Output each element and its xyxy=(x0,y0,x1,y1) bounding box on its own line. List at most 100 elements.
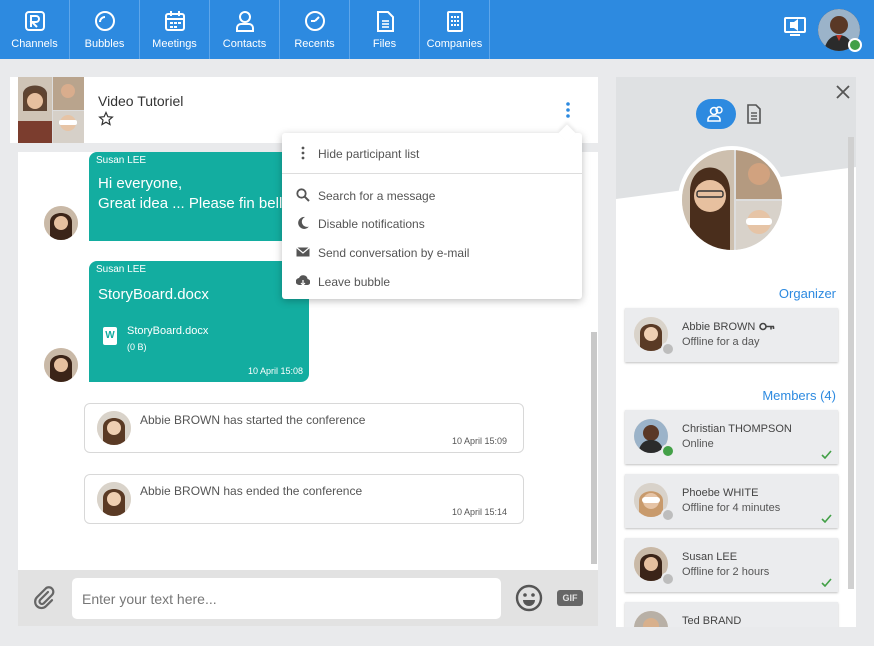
search-icon xyxy=(296,188,310,202)
close-icon[interactable] xyxy=(836,85,850,99)
participants-icon xyxy=(707,106,723,122)
key-icon xyxy=(759,322,775,331)
more-vertical-icon xyxy=(301,146,305,160)
companies-icon xyxy=(447,11,463,32)
menu-item-disable-notifications[interactable]: Disable notifications xyxy=(282,210,582,238)
member-card[interactable]: Susan LEE Offline for 2 hours xyxy=(625,538,838,592)
moon-icon xyxy=(298,216,309,229)
nav-label: Contacts xyxy=(222,38,267,50)
contacts-icon xyxy=(236,11,254,32)
menu-item-label: Disable notifications xyxy=(318,217,425,231)
file-size: (0 B) xyxy=(127,342,147,352)
word-file-icon: W xyxy=(103,327,117,345)
menu-item-label: Leave bubble xyxy=(318,275,391,289)
user-status-online-indicator xyxy=(848,38,862,52)
chat-scrollbar[interactable] xyxy=(591,332,597,564)
more-options-icon[interactable] xyxy=(562,101,574,119)
file-attachment[interactable]: W StoryBoard.docx (0 B) xyxy=(98,323,278,363)
files-icon xyxy=(377,11,394,32)
participant-status: Offline for 4 minutes xyxy=(682,502,781,514)
participant-name: Susan LEE xyxy=(682,551,738,563)
message-time: 10 April 15:08 xyxy=(247,366,303,376)
checkmark-icon xyxy=(821,450,832,459)
message-composer: GIF xyxy=(18,570,598,626)
organizer-section-title: Organizer xyxy=(778,286,836,301)
envelope-icon xyxy=(296,247,310,257)
paperclip-icon[interactable] xyxy=(32,586,56,610)
event-avatar xyxy=(97,411,131,445)
menu-item-label: Hide participant list xyxy=(318,147,420,161)
offline-status-indicator xyxy=(661,508,675,522)
bubble-group-avatar xyxy=(678,146,786,254)
screen-share-icon[interactable] xyxy=(784,17,806,37)
nav-meetings[interactable]: Meetings xyxy=(140,0,210,59)
nav-contacts[interactable]: Contacts xyxy=(210,0,280,59)
member-card[interactable]: Phoebe WHITE Offline for 4 minutes xyxy=(625,474,838,528)
nav-companies[interactable]: Companies xyxy=(420,0,490,59)
conference-event: Abbie BROWN has ended the conference 10 … xyxy=(84,474,524,524)
checkmark-icon xyxy=(821,578,832,587)
checkmark-icon xyxy=(821,514,832,523)
members-section-title: Members (4) xyxy=(762,388,836,403)
nav-files[interactable]: Files xyxy=(350,0,420,59)
message-sender: Susan LEE xyxy=(96,264,147,275)
bubbles-icon xyxy=(95,11,115,31)
star-icon[interactable] xyxy=(98,111,114,127)
organizer-card[interactable]: Abbie BROWN Offline for a day xyxy=(625,308,838,362)
event-text: Abbie BROWN has ended the conference xyxy=(140,484,363,498)
nav-bubbles[interactable]: Bubbles xyxy=(70,0,140,59)
tab-participants[interactable] xyxy=(696,99,736,129)
menu-divider xyxy=(282,173,582,174)
message-sender: Susan LEE xyxy=(96,155,147,166)
offline-status-indicator xyxy=(661,342,675,356)
conversation-title: Video Tutoriel xyxy=(98,93,184,109)
message-bubble[interactable]: Susan LEE Hi everyone, Great idea ... Pl… xyxy=(89,152,291,241)
gif-button[interactable]: GIF xyxy=(557,590,583,606)
event-avatar xyxy=(97,482,131,516)
message-text-line: Great idea ... Please fin bello xyxy=(98,195,291,212)
channels-icon xyxy=(25,11,45,31)
message-text-line: Hi everyone, xyxy=(98,175,183,192)
nav-label: Meetings xyxy=(152,38,197,50)
participant-status: Offline for a day xyxy=(682,336,760,348)
event-time: 10 April 15:09 xyxy=(451,436,507,446)
nav-label: Companies xyxy=(426,38,483,50)
nav-label: Files xyxy=(372,38,397,50)
recents-icon xyxy=(305,11,325,31)
message-bubble[interactable]: Susan LEE StoryBoard.docx W StoryBoard.d… xyxy=(89,261,309,382)
menu-item-send-email[interactable]: Send conversation by e-mail xyxy=(282,239,582,267)
participant-name: Christian THOMPSON xyxy=(682,423,792,435)
leave-icon xyxy=(296,275,310,286)
participant-status: Online xyxy=(682,438,714,450)
participant-avatar xyxy=(634,611,668,627)
participant-name: Phoebe WHITE xyxy=(682,487,759,499)
nav-label: Bubbles xyxy=(84,38,125,50)
nav-label: Recents xyxy=(294,38,335,50)
conference-event: Abbie BROWN has started the conference 1… xyxy=(84,403,524,453)
member-card[interactable]: Christian THOMPSON Online xyxy=(625,410,838,464)
menu-item-label: Search for a message xyxy=(318,189,436,203)
participant-name: Ted BRAND xyxy=(682,615,742,627)
participant-name: Abbie BROWN xyxy=(682,321,756,333)
nav-recents[interactable]: Recents xyxy=(280,0,350,59)
menu-item-search[interactable]: Search for a message xyxy=(282,182,582,210)
menu-item-hide-participants[interactable]: Hide participant list xyxy=(282,140,582,168)
participant-status: Offline for 2 hours xyxy=(682,566,770,578)
menu-item-label: Send conversation by e-mail xyxy=(318,246,470,260)
top-navigation-bar: Channels Bubbles Meetings Contacts Recen… xyxy=(0,0,874,59)
sender-avatar xyxy=(44,206,78,240)
online-status-indicator xyxy=(661,444,675,458)
event-text: Abbie BROWN has started the conference xyxy=(140,413,366,427)
meetings-icon xyxy=(165,11,185,31)
message-input[interactable] xyxy=(72,578,501,619)
bubble-avatar xyxy=(18,77,84,143)
conversation-options-menu: Hide participant list Search for a messa… xyxy=(282,124,582,299)
member-card[interactable]: Ted BRAND xyxy=(625,602,838,627)
participants-scrollbar[interactable] xyxy=(848,137,854,589)
menu-item-leave-bubble[interactable]: Leave bubble xyxy=(282,268,582,296)
event-time: 10 April 15:14 xyxy=(451,507,507,517)
participants-panel: Organizer Abbie BROWN Offline for a day … xyxy=(616,77,856,627)
nav-channels[interactable]: Channels xyxy=(0,0,70,59)
document-icon[interactable] xyxy=(746,104,762,124)
emoji-icon[interactable] xyxy=(515,584,543,612)
